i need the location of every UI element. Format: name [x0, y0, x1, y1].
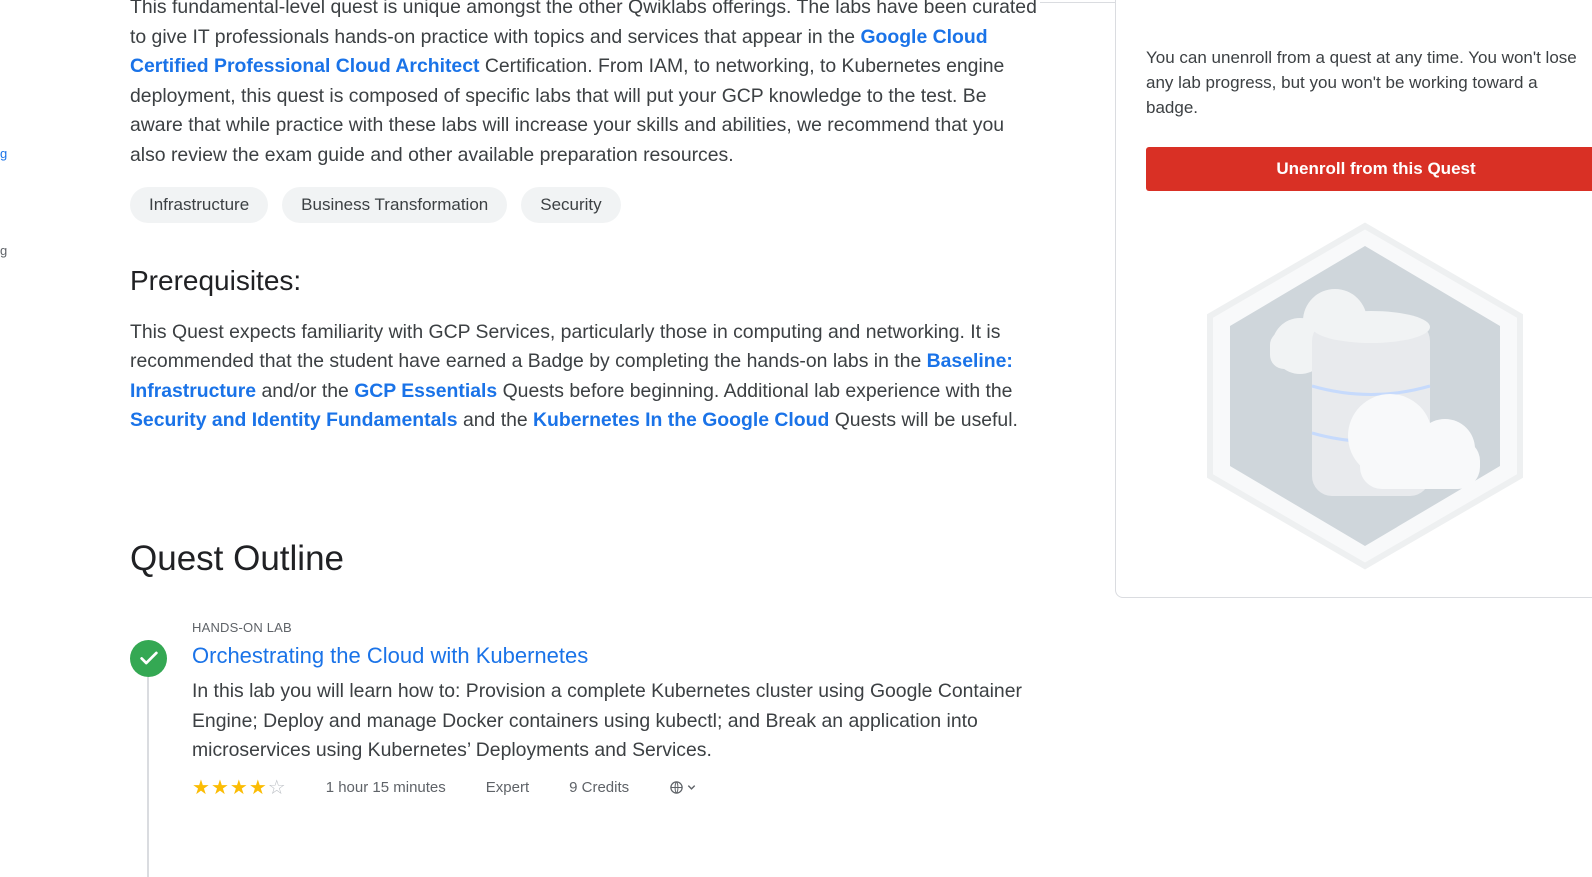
completed-check-icon: [130, 639, 167, 677]
prereq-text: and the: [457, 409, 534, 432]
chevron-down-icon: [687, 785, 696, 791]
lab-level: Expert: [485, 779, 530, 797]
prereq-text: Quests will be useful.: [829, 409, 1018, 432]
quest-side-panel: You can unenroll from a quest at any tim…: [1115, 0, 1592, 598]
lab-meta: ★ ★ ★ ★ ☆ 1 hour 15 minutes Expert 9 Credits: [192, 778, 1040, 798]
prerequisites-text: This Quest expects familiarity with GCP …: [130, 318, 1040, 436]
lab-description: In this lab you will learn how to: Provi…: [192, 679, 1022, 762]
prerequisites-heading: Prerequisites:: [130, 264, 302, 296]
globe-icon: [670, 781, 683, 794]
unenroll-info-text: You can unenroll from a quest at any tim…: [1146, 48, 1577, 117]
divider: [1040, 2, 1120, 3]
quest-description: This fundamental-level quest is unique a…: [130, 0, 1040, 171]
prereq-text: and/or the: [256, 379, 355, 402]
tag-chip-infrastructure[interactable]: Infrastructure: [130, 186, 269, 223]
kubernetes-google-cloud-link[interactable]: Kubernetes In the Google Cloud: [533, 409, 829, 431]
left-nav-fragment[interactable]: g: [0, 146, 7, 161]
quest-outline-heading: Quest Outline: [130, 538, 344, 578]
language-selector[interactable]: [669, 780, 697, 795]
tag-chip-security[interactable]: Security: [521, 186, 621, 223]
lab-credits: 9 Credits: [569, 779, 630, 797]
timeline-line: [147, 676, 149, 877]
star-empty-icon: ☆: [267, 776, 286, 799]
unenroll-button[interactable]: Unenroll from this Quest: [1146, 147, 1592, 191]
star-filled-icon: ★: [210, 776, 229, 799]
quest-badge-image: [1207, 222, 1523, 570]
star-filled-icon: ★: [229, 776, 248, 799]
lab-type-label: HANDS-ON LAB: [192, 619, 292, 635]
quest-main-content: This fundamental-level quest is unique a…: [130, 0, 1040, 877]
prereq-text: Quests before beginning. Additional lab …: [497, 379, 1013, 402]
tag-chip-business-transformation[interactable]: Business Transformation: [282, 186, 508, 223]
tag-list: Infrastructure Business Transformation S…: [130, 186, 1040, 223]
security-identity-link[interactable]: Security and Identity Fundamentals: [130, 409, 458, 431]
lab-duration: 1 hour 15 minutes: [325, 779, 446, 797]
prereq-text: This Quest expects familiarity with GCP …: [130, 320, 1001, 373]
left-nav-fragment: g: [0, 243, 8, 258]
star-filled-icon: ★: [192, 776, 210, 799]
gcp-essentials-link[interactable]: GCP Essentials: [354, 380, 497, 402]
lab-title-link[interactable]: Orchestrating the Cloud with Kubernetes: [192, 643, 1040, 669]
outline-lab-item: HANDS-ON LAB Orchestrating the Cloud wit…: [130, 619, 1040, 877]
star-filled-icon: ★: [248, 776, 267, 799]
star-rating: ★ ★ ★ ★ ☆: [192, 778, 286, 798]
